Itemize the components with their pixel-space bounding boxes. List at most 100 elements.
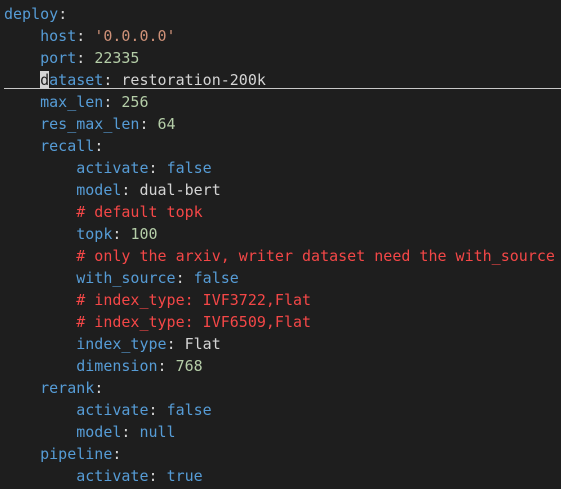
code-token: :	[148, 467, 167, 485]
scrolled-line-fragment	[196, 0, 226, 4]
code-line[interactable]: host: '0.0.0.0'	[4, 25, 176, 47]
yaml-key: model	[76, 423, 122, 441]
code-token: :	[139, 115, 158, 133]
code-line[interactable]: activate: true	[4, 465, 203, 487]
yaml-comment: # default topk	[76, 203, 203, 221]
code-token: :	[166, 335, 185, 353]
code-line[interactable]: model: dual-bert	[4, 179, 221, 201]
code-token: :	[58, 5, 68, 23]
code-line[interactable]: # index_type: IVF3722,Flat	[4, 289, 311, 311]
code-line[interactable]: rerank:	[4, 377, 103, 399]
yaml-key: topk	[76, 225, 113, 243]
yaml-key: with_source	[76, 269, 176, 287]
yaml-keyword-value: true	[166, 467, 203, 485]
code-line[interactable]: index_type: Flat	[4, 333, 221, 355]
code-editor[interactable]: deploy: host: '0.0.0.0' port: 22335 data…	[0, 0, 561, 489]
yaml-keyword-value: false	[193, 269, 239, 287]
code-line[interactable]: activate: false	[4, 157, 212, 179]
yaml-key: max_len	[40, 93, 104, 111]
yaml-keyword-value: false	[166, 401, 212, 419]
yaml-key: recall	[40, 137, 95, 155]
yaml-number-value: 64	[157, 115, 176, 133]
yaml-key: activate	[76, 467, 149, 485]
yaml-keyword-value: false	[166, 159, 212, 177]
code-line[interactable]: model: null	[4, 421, 176, 443]
code-token: :	[121, 181, 140, 199]
code-token: :	[175, 269, 194, 287]
code-line[interactable]: pipeline:	[4, 443, 121, 465]
code-line[interactable]: dataset: restoration-200k	[4, 69, 266, 91]
code-token: restoration-200k	[121, 71, 266, 89]
code-line[interactable]: # index_type: IVF6509,Flat	[4, 311, 311, 333]
yaml-key: res_max_len	[40, 115, 140, 133]
yaml-key: deploy	[4, 5, 59, 23]
code-token: :	[103, 71, 122, 89]
yaml-comment: # only the arxiv, writer dataset need th…	[76, 247, 555, 265]
code-token: :	[76, 49, 95, 67]
yaml-key: port	[40, 49, 77, 67]
code-token: :	[157, 357, 176, 375]
yaml-number-value: 100	[130, 225, 158, 243]
text-cursor: d	[40, 71, 50, 89]
yaml-key: activate	[76, 159, 149, 177]
code-token: Flat	[184, 335, 221, 353]
yaml-string-value: '0.0.0.0'	[94, 27, 176, 45]
yaml-key: pipeline	[40, 445, 113, 463]
code-line[interactable]: # only the arxiv, writer dataset need th…	[4, 245, 555, 267]
yaml-comment: # index_type: IVF6509,Flat	[76, 313, 312, 331]
code-line[interactable]: max_len: 256	[4, 91, 149, 113]
code-line[interactable]: res_max_len: 64	[4, 113, 176, 135]
code-line[interactable]: topk: 100	[4, 223, 158, 245]
code-token: :	[76, 27, 95, 45]
code-token: :	[103, 93, 122, 111]
yaml-key: dimension	[76, 357, 158, 375]
yaml-number-value: 768	[175, 357, 203, 375]
yaml-key: index_type	[76, 335, 167, 353]
code-token: dual-bert	[139, 181, 221, 199]
code-token: :	[112, 445, 122, 463]
yaml-keyword-value: null	[139, 423, 176, 441]
yaml-comment: # index_type: IVF3722,Flat	[76, 291, 312, 309]
code-token: :	[94, 379, 104, 397]
code-token: :	[112, 225, 131, 243]
code-line[interactable]: activate: false	[4, 399, 212, 421]
code-line[interactable]: port: 22335	[4, 47, 139, 69]
code-token: :	[94, 137, 104, 155]
code-token: :	[148, 159, 167, 177]
code-token: :	[148, 401, 167, 419]
code-line[interactable]: dimension: 768	[4, 355, 203, 377]
code-line[interactable]: with_source: false	[4, 267, 239, 289]
yaml-key: ataset	[49, 71, 104, 89]
yaml-key: activate	[76, 401, 149, 419]
yaml-key: model	[76, 181, 122, 199]
yaml-number-value: 22335	[94, 49, 140, 67]
code-line[interactable]: recall:	[4, 135, 103, 157]
code-line[interactable]: deploy:	[4, 3, 67, 25]
yaml-number-value: 256	[121, 93, 149, 111]
code-token: :	[121, 423, 140, 441]
yaml-key: host	[40, 27, 77, 45]
code-line[interactable]: # default topk	[4, 201, 203, 223]
yaml-key: rerank	[40, 379, 95, 397]
